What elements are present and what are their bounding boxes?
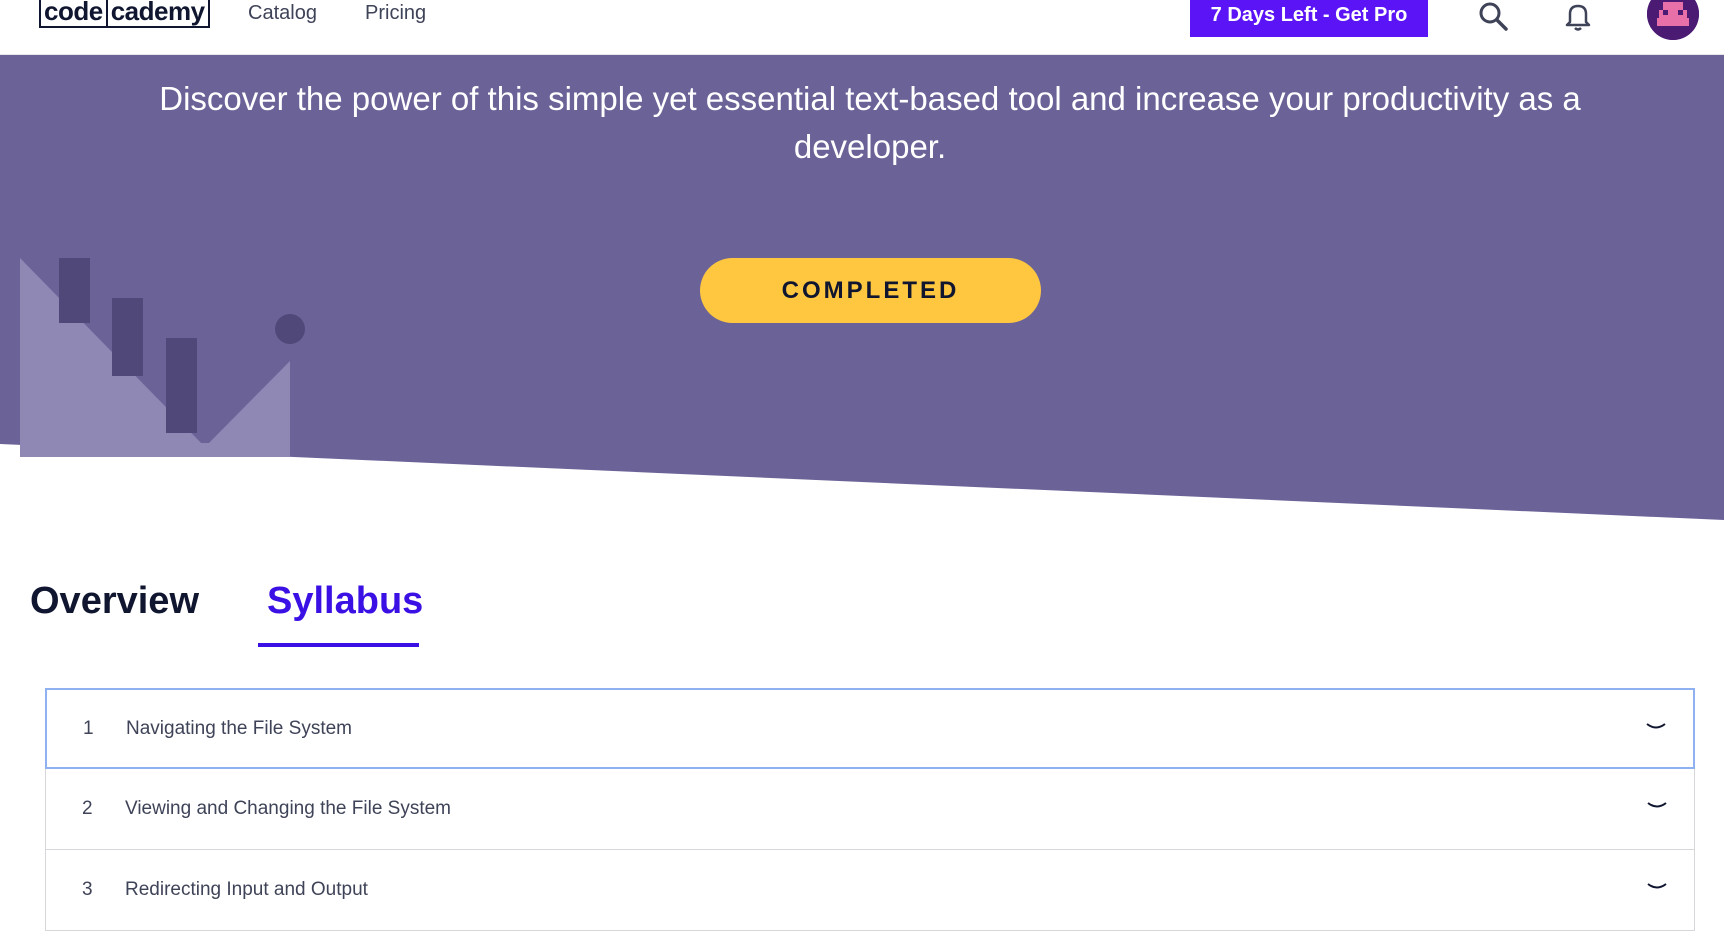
search-icon[interactable] (1477, 0, 1509, 32)
syllabus-item[interactable]: 3 Redirecting Input and Output (45, 850, 1695, 931)
active-tab-indicator (258, 643, 419, 647)
syllabus-item-title: Navigating the File System (126, 717, 352, 739)
get-pro-button[interactable]: 7 Days Left - Get Pro (1190, 0, 1428, 37)
nav-catalog[interactable]: Catalog (248, 2, 317, 25)
tab-syllabus[interactable]: Syllabus (267, 580, 423, 623)
nav-pricing[interactable]: Pricing (365, 2, 426, 25)
syllabus-item-number: 1 (83, 717, 94, 739)
syllabus-list: 1 Navigating the File System 2 Viewing a… (45, 688, 1695, 931)
syllabus-item-title: Viewing and Changing the File System (125, 798, 452, 819)
codecademy-logo[interactable]: code cademy (39, 0, 210, 30)
top-navbar: code cademy Catalog Pricing 7 Days Left … (0, 0, 1724, 55)
tab-overview[interactable]: Overview (30, 580, 199, 623)
bell-icon[interactable] (1562, 0, 1594, 32)
syllabus-item[interactable]: 2 Viewing and Changing the File System (45, 769, 1695, 850)
syllabus-item-title: Redirecting Input and Output (125, 879, 368, 900)
chevron-down-icon[interactable] (1645, 720, 1667, 734)
course-hero: Discover the power of this simple yet es… (0, 55, 1724, 520)
avatar[interactable] (1647, 0, 1699, 40)
logo-cademy: cademy (107, 0, 210, 28)
syllabus-item-number: 3 (82, 879, 93, 900)
syllabus-item[interactable]: 1 Navigating the File System (45, 688, 1695, 769)
chevron-down-icon[interactable] (1646, 799, 1668, 813)
logo-code: code (39, 0, 108, 28)
completed-button[interactable]: COMPLETED (700, 258, 1041, 323)
chevron-down-icon[interactable] (1646, 880, 1668, 894)
course-description: Discover the power of this simple yet es… (159, 80, 1581, 165)
syllabus-item-number: 2 (82, 798, 93, 819)
